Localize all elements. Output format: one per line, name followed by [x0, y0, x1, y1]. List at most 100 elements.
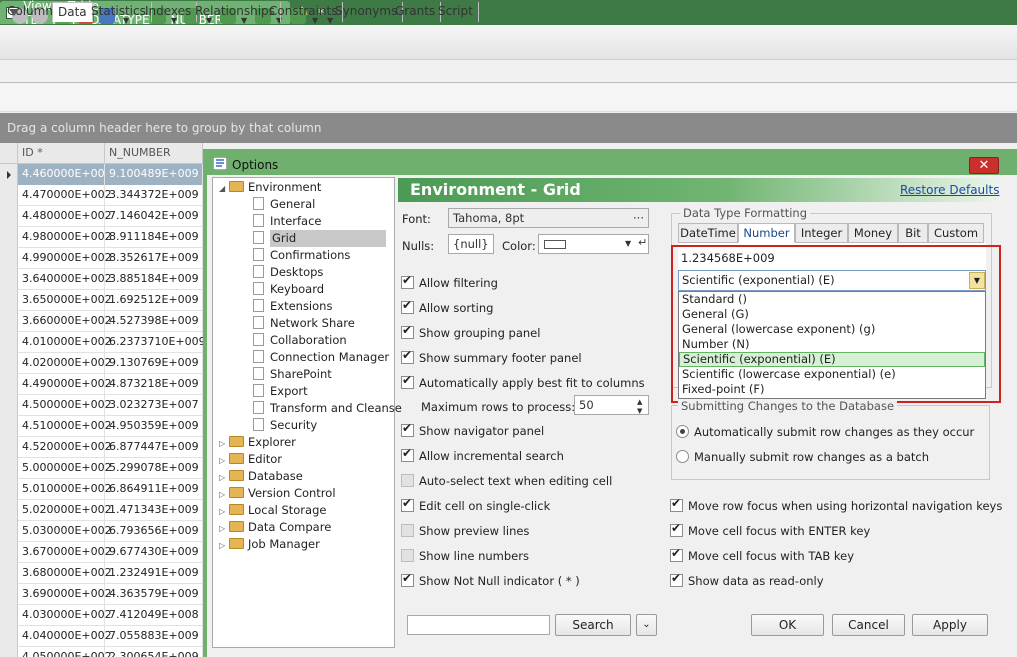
- cell-n-number[interactable]: 6.793656E+009: [105, 521, 203, 542]
- row-indicator[interactable]: [0, 647, 18, 657]
- radio-row[interactable]: Automatically submit row changes as they…: [676, 425, 974, 439]
- radio-button[interactable]: [676, 450, 689, 463]
- cell-id[interactable]: 4.990000E+002: [18, 248, 112, 269]
- cell-id[interactable]: 4.480000E+002: [18, 206, 112, 227]
- group-by-panel[interactable]: Drag a column header here to group by th…: [0, 113, 1017, 143]
- chevron-down-icon[interactable]: ▼: [625, 235, 631, 253]
- table-row[interactable]: 4.010000E+002 6.2373710E+009: [0, 332, 203, 353]
- cell-id[interactable]: 3.640000E+002: [18, 269, 112, 290]
- tab-custom[interactable]: Custom: [928, 223, 984, 243]
- table-row[interactable]: 5.020000E+002 1.471343E+009: [0, 500, 203, 521]
- cell-n-number[interactable]: 2.300654E+009: [105, 647, 203, 657]
- tab-indexes[interactable]: Indexes: [140, 2, 198, 22]
- reset-color-icon[interactable]: ↵: [638, 234, 647, 252]
- row-indicator[interactable]: [0, 269, 18, 290]
- search-button[interactable]: Search: [555, 614, 631, 636]
- tab-bit[interactable]: Bit: [898, 223, 928, 243]
- checkbox-row[interactable]: Allow incremental search: [401, 446, 564, 463]
- column-header-n-number[interactable]: N_NUMBER: [105, 143, 203, 164]
- expand-search-icon[interactable]: ⌄: [636, 614, 657, 636]
- tree-node-editor[interactable]: ▷ Editor: [219, 451, 282, 468]
- checkbox-row[interactable]: Show Not Null indicator ( * ): [401, 571, 580, 588]
- row-indicator[interactable]: [0, 437, 18, 458]
- tree-node-general[interactable]: General: [253, 196, 315, 213]
- tree-node-job-manager[interactable]: ▷ Job Manager: [219, 536, 320, 553]
- cell-id[interactable]: 4.040000E+002: [18, 626, 112, 647]
- checkbox-row[interactable]: Show summary footer panel: [401, 348, 582, 365]
- checkbox[interactable]: [401, 446, 414, 462]
- row-indicator[interactable]: [0, 311, 18, 332]
- table-row[interactable]: 4.020000E+002 9.130769E+009: [0, 353, 203, 374]
- tree-node-network-share[interactable]: Network Share: [253, 315, 355, 332]
- table-row[interactable]: 3.660000E+002 4.527398E+009: [0, 311, 203, 332]
- cell-id[interactable]: 3.690000E+002: [18, 584, 112, 605]
- row-indicator[interactable]: [0, 521, 18, 542]
- cell-n-number[interactable]: 7.055883E+009: [105, 626, 203, 647]
- cell-id[interactable]: 4.520000E+002: [18, 437, 112, 458]
- checkbox[interactable]: [670, 571, 683, 587]
- tree-node-version-control[interactable]: ▷ Version Control: [219, 485, 336, 502]
- checkbox[interactable]: [401, 549, 414, 562]
- table-row[interactable]: 5.000000E+002 5.299078E+009: [0, 458, 203, 479]
- tree-node-extensions[interactable]: Extensions: [253, 298, 332, 315]
- row-indicator[interactable]: [0, 605, 18, 626]
- row-indicator[interactable]: [0, 416, 18, 437]
- table-row[interactable]: 4.480000E+002 7.146042E+009: [0, 206, 203, 227]
- cell-n-number[interactable]: 4.873218E+009: [105, 374, 203, 395]
- table-row[interactable]: 4.490000E+002 4.873218E+009: [0, 374, 203, 395]
- cell-n-number[interactable]: 4.950359E+009: [105, 416, 203, 437]
- font-field[interactable]: Tahoma, 8pt ···: [448, 208, 649, 228]
- cell-id[interactable]: 4.510000E+002: [18, 416, 112, 437]
- tree-node-collaboration[interactable]: Collaboration: [253, 332, 347, 349]
- row-indicator[interactable]: [0, 332, 18, 353]
- table-row[interactable]: 4.040000E+002 7.055883E+009: [0, 626, 203, 647]
- checkbox-row[interactable]: Edit cell on single-click: [401, 496, 550, 513]
- tree-node-desktops[interactable]: Desktops: [253, 264, 323, 281]
- cell-id[interactable]: 5.000000E+002: [18, 458, 112, 479]
- row-indicator[interactable]: [0, 458, 18, 479]
- tree-node-interface[interactable]: Interface: [253, 213, 322, 230]
- checkbox-row[interactable]: Show grouping panel: [401, 323, 540, 340]
- checkbox[interactable]: [401, 571, 414, 587]
- cell-n-number[interactable]: 7.146042E+009: [105, 206, 203, 227]
- row-indicator[interactable]: [0, 248, 18, 269]
- table-row[interactable]: 3.680000E+002 1.232491E+009: [0, 563, 203, 584]
- cell-n-number[interactable]: 3.344372E+009: [105, 185, 203, 206]
- cell-id[interactable]: 4.490000E+002: [18, 374, 112, 395]
- checkbox[interactable]: [401, 524, 414, 537]
- close-button[interactable]: ✕: [969, 157, 999, 174]
- row-indicator[interactable]: [0, 374, 18, 395]
- nulls-input[interactable]: {null}: [448, 234, 494, 254]
- cell-n-number[interactable]: 6.877447E+009: [105, 437, 203, 458]
- row-indicator[interactable]: [0, 584, 18, 605]
- cell-id[interactable]: 4.500000E+002: [18, 395, 112, 416]
- cell-n-number[interactable]: 6.864911E+009: [105, 479, 203, 500]
- row-indicator[interactable]: [0, 353, 18, 374]
- cell-n-number[interactable]: 8.352617E+009: [105, 248, 203, 269]
- table-row[interactable]: 4.050000E+002 2.300654E+009: [0, 647, 203, 657]
- cell-id[interactable]: 4.030000E+002: [18, 605, 112, 626]
- cell-n-number[interactable]: 1.232491E+009: [105, 563, 203, 584]
- checkbox[interactable]: [401, 474, 414, 487]
- tab-money[interactable]: Money: [848, 223, 898, 243]
- row-indicator[interactable]: [0, 563, 18, 584]
- tree-node-database[interactable]: ▷ Database: [219, 468, 303, 485]
- checkbox-row[interactable]: Show navigator panel: [401, 421, 544, 438]
- table-row[interactable]: 3.670000E+002 9.677430E+009: [0, 542, 203, 563]
- checkbox[interactable]: [401, 298, 414, 314]
- cell-n-number[interactable]: 1.471343E+009: [105, 500, 203, 521]
- search-input[interactable]: [407, 615, 550, 635]
- cell-n-number[interactable]: 8.911184E+009: [105, 227, 203, 248]
- table-row[interactable]: 5.010000E+002 6.864911E+009: [0, 479, 203, 500]
- tree-node-security[interactable]: Security: [253, 417, 317, 434]
- checkbox[interactable]: [670, 546, 683, 562]
- row-indicator[interactable]: [0, 542, 18, 563]
- restore-defaults-link[interactable]: Restore Defaults: [900, 183, 999, 197]
- cell-n-number[interactable]: 3.023273E+007: [105, 395, 203, 416]
- tree-node-environment[interactable]: ◢ Environment: [219, 179, 321, 196]
- checkbox[interactable]: [401, 273, 414, 289]
- checkbox[interactable]: [401, 421, 414, 437]
- cell-id[interactable]: 3.660000E+002: [18, 311, 112, 332]
- table-row[interactable]: 4.990000E+002 8.352617E+009: [0, 248, 203, 269]
- checkbox-row[interactable]: Show line numbers: [401, 549, 529, 563]
